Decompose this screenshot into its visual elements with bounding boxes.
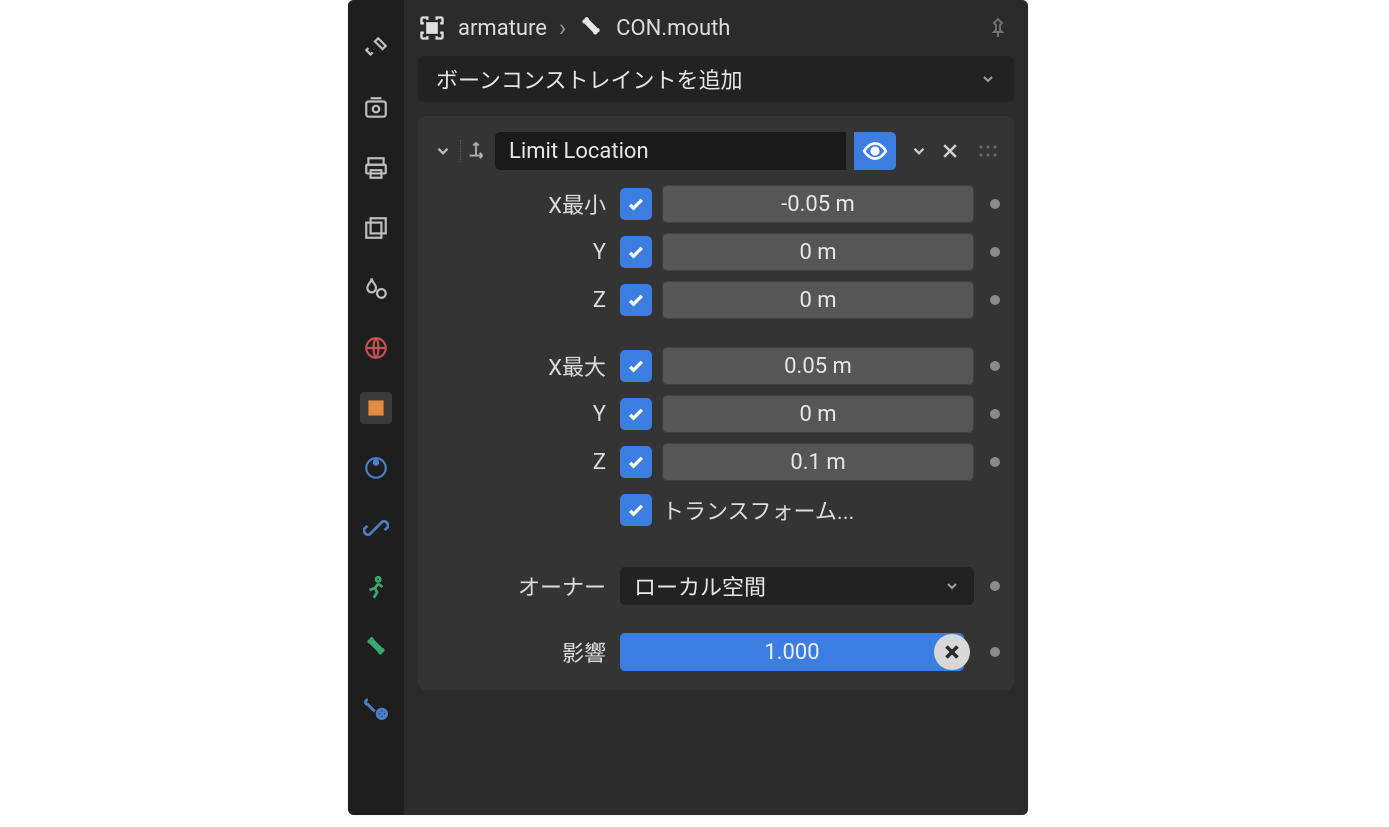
output-tab[interactable] — [360, 152, 392, 184]
droplet-cone-icon — [363, 275, 389, 301]
owner-row: オーナー ローカル空間 — [430, 564, 1002, 608]
physics-tab[interactable] — [360, 452, 392, 484]
max-y-label: Y — [430, 402, 610, 427]
constraint-visibility-toggle[interactable] — [854, 132, 896, 170]
max-z-value[interactable]: 0.1 m — [662, 443, 974, 481]
max-x-label: X最大 — [430, 350, 610, 382]
check-icon — [626, 242, 646, 262]
owner-space-select[interactable]: ローカル空間 — [620, 567, 974, 605]
max-x-row: X最大 0.05 m — [430, 344, 1002, 388]
affect-transform-check[interactable] — [620, 494, 652, 526]
drag-grip-icon[interactable] — [978, 144, 998, 158]
running-man-icon — [363, 575, 389, 601]
min-z-check[interactable] — [620, 284, 652, 316]
max-z-check[interactable] — [620, 446, 652, 478]
tool-tab[interactable] — [360, 32, 392, 64]
max-y-value[interactable]: 0 m — [662, 395, 974, 433]
add-constraint-label: ボーンコンストレイントを追加 — [436, 63, 742, 95]
wrench-screwdriver-icon — [363, 35, 389, 61]
breadcrumb-bone[interactable]: CON.mouth — [616, 16, 730, 41]
max-y-check[interactable] — [620, 398, 652, 430]
expand-toggle[interactable] — [434, 142, 452, 160]
chain-link-icon — [363, 515, 389, 541]
keyframe-dot[interactable] — [990, 295, 1000, 305]
bone-icon — [578, 15, 604, 41]
x-icon — [940, 141, 960, 161]
check-icon — [626, 500, 646, 520]
influence-slider[interactable]: 1.000 — [620, 633, 964, 671]
chevron-down-icon — [980, 71, 996, 87]
check-icon — [626, 194, 646, 214]
max-z-label: Z — [430, 450, 610, 475]
x-circle-icon — [941, 641, 963, 663]
min-y-value[interactable]: 0 m — [662, 233, 974, 271]
keyframe-dot[interactable] — [990, 409, 1000, 419]
affect-transform-label: トランスフォーム... — [662, 494, 854, 526]
keyframe-dot[interactable] — [990, 647, 1000, 657]
max-x-value[interactable]: 0.05 m — [662, 347, 974, 385]
printer-icon — [363, 155, 389, 181]
max-z-row: Z 0.1 m — [430, 440, 1002, 484]
world-tab[interactable] — [360, 332, 392, 364]
min-x-label: X最小 — [430, 188, 610, 220]
scene-tab[interactable] — [360, 272, 392, 304]
viewlayer-tab[interactable] — [360, 212, 392, 244]
check-icon — [626, 404, 646, 424]
min-x-check[interactable] — [620, 188, 652, 220]
min-y-check[interactable] — [620, 236, 652, 268]
keyframe-dot[interactable] — [990, 199, 1000, 209]
add-constraint-dropdown[interactable]: ボーンコンストレイントを追加 — [418, 56, 1014, 102]
bone-icon — [363, 635, 389, 661]
min-z-label: Z — [430, 288, 610, 313]
influence-label: 影響 — [430, 636, 610, 668]
affect-transform-row: トランスフォーム... — [430, 488, 1002, 532]
atom-icon — [363, 455, 389, 481]
breadcrumb: armature › CON.mouth — [404, 0, 1028, 56]
armature-object-icon — [418, 14, 446, 42]
constraint-name-field[interactable]: Limit Location — [495, 132, 846, 170]
object-box-icon — [363, 395, 389, 421]
bone-constraint-tab[interactable] — [360, 692, 392, 724]
max-y-row: Y 0 m — [430, 392, 1002, 436]
min-z-value[interactable]: 0 m — [662, 281, 974, 319]
render-tab[interactable] — [360, 92, 392, 124]
min-x-value[interactable]: -0.05 m — [662, 185, 974, 223]
bone-tab[interactable] — [360, 632, 392, 664]
influence-row: 影響 1.000 — [430, 630, 1002, 674]
limit-location-constraint: Limit Location X最小 -0.05 m — [418, 116, 1014, 690]
min-x-row: X最小 -0.05 m — [430, 182, 1002, 226]
keyframe-dot[interactable] — [990, 581, 1000, 591]
move-axis-icon[interactable] — [460, 140, 487, 162]
camera-back-icon — [363, 95, 389, 121]
keyframe-dot[interactable] — [990, 457, 1000, 467]
keyframe-dot[interactable] — [990, 247, 1000, 257]
constraint-extras-menu[interactable] — [910, 142, 928, 160]
breadcrumb-armature[interactable]: armature — [458, 16, 547, 41]
images-icon — [363, 215, 389, 241]
min-z-row: Z 0 m — [430, 278, 1002, 322]
armature-tab[interactable] — [360, 572, 392, 604]
constraints-tab[interactable] — [360, 512, 392, 544]
bone-constraint-icon — [362, 694, 390, 722]
properties-main: armature › CON.mouth ボーンコンストレイントを追加 — [404, 0, 1028, 815]
globe-icon — [363, 335, 389, 361]
min-y-label: Y — [430, 240, 610, 265]
check-icon — [626, 452, 646, 472]
properties-tabs-sidebar — [348, 0, 404, 815]
pin-icon[interactable] — [986, 16, 1010, 40]
chevron-down-icon — [944, 578, 960, 594]
object-tab[interactable] — [360, 392, 392, 424]
properties-panel: armature › CON.mouth ボーンコンストレイントを追加 — [348, 0, 1028, 815]
chevron-right-icon: › — [559, 14, 566, 42]
eye-icon — [862, 138, 888, 164]
max-x-check[interactable] — [620, 350, 652, 382]
constraint-delete[interactable] — [940, 141, 960, 161]
owner-label: オーナー — [430, 570, 610, 602]
check-icon — [626, 356, 646, 376]
constraint-header: Limit Location — [430, 128, 1002, 182]
keyframe-dot[interactable] — [990, 361, 1000, 371]
check-icon — [626, 290, 646, 310]
min-y-row: Y 0 m — [430, 230, 1002, 274]
influence-clear-button[interactable] — [934, 634, 970, 670]
